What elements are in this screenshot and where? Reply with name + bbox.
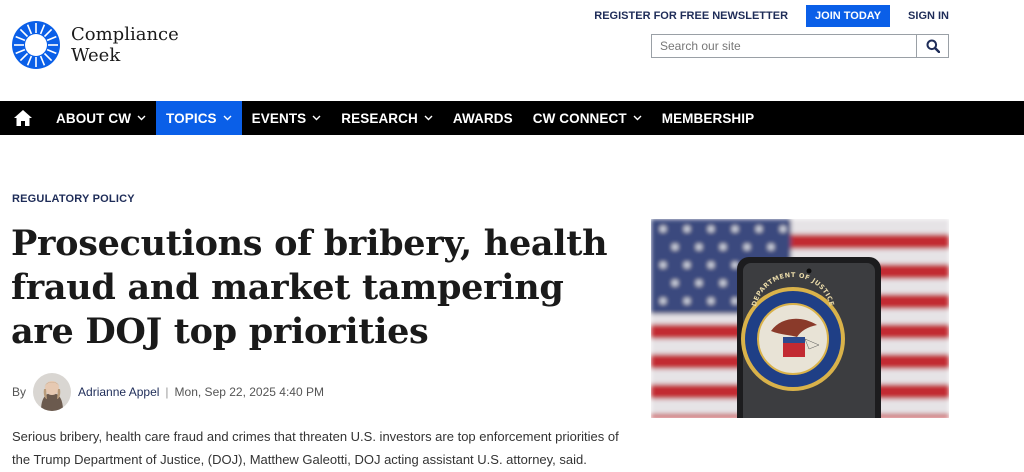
author-name-link[interactable]: Adrianne Appel — [78, 385, 159, 399]
author-avatar[interactable] — [33, 373, 72, 411]
newsletter-link[interactable]: REGISTER FOR FREE NEWSLETTER — [594, 10, 788, 22]
nav-topics[interactable]: TOPICS — [156, 101, 242, 135]
top-links: REGISTER FOR FREE NEWSLETTER JOIN TODAY … — [594, 5, 949, 27]
nav-item-label: AWARDS — [452, 110, 513, 126]
chevron-down-icon — [312, 115, 321, 121]
logo-sunburst-icon — [12, 21, 60, 69]
article-category-link[interactable]: REGULATORY POLICY — [12, 193, 135, 205]
nav-item-label: RESEARCH — [341, 110, 418, 126]
nav-home[interactable] — [0, 101, 46, 135]
article-headline: Prosecutions of bribery, health fraud an… — [11, 223, 608, 352]
author-photo — [33, 373, 72, 411]
chevron-down-icon — [424, 115, 433, 121]
site-logo[interactable]: Compliance Week — [11, 20, 179, 70]
sign-in-link[interactable]: SIGN IN — [908, 10, 949, 22]
nav-cw-connect[interactable]: CW CONNECT — [523, 101, 652, 135]
nav-awards[interactable]: AWARDS — [443, 101, 523, 135]
nav-item-label: TOPICS — [166, 110, 217, 126]
main-nav: ABOUT CW TOPICS EVENTS RESEARCH AWARDS C… — [0, 101, 1024, 135]
search-input[interactable] — [652, 35, 916, 57]
nav-item-label: ABOUT CW — [56, 110, 132, 126]
nav-about-cw[interactable]: ABOUT CW — [46, 101, 156, 135]
chevron-down-icon — [223, 115, 232, 121]
nav-events[interactable]: EVENTS — [242, 101, 332, 135]
byline-prefix: By — [12, 385, 27, 399]
nav-membership[interactable]: MEMBERSHIP — [652, 101, 765, 135]
article-date: Mon, Sep 22, 2025 4:40 PM — [174, 385, 324, 399]
nav-item-label: MEMBERSHIP — [661, 110, 755, 126]
nav-research[interactable]: RESEARCH — [331, 101, 443, 135]
search-icon — [926, 39, 940, 53]
doj-seal-phone-image: DEPARTMENT OF JUSTICE — [651, 219, 949, 418]
logo-line-1: Compliance — [71, 24, 179, 45]
search-button[interactable] — [916, 35, 948, 57]
logo-line-2: Week — [71, 45, 121, 66]
article-byline: By Adrianne Appel | Mon, Sep 22, 2025 4:… — [12, 372, 324, 412]
home-icon — [14, 110, 32, 126]
logo-wordmark: Compliance Week — [71, 24, 179, 66]
chevron-down-icon — [137, 115, 146, 121]
nav-item-label: CW CONNECT — [532, 110, 627, 126]
join-today-button[interactable]: JOIN TODAY — [806, 5, 891, 27]
article-lede: Serious bribery, health care fraud and c… — [12, 429, 619, 467]
byline-separator: | — [165, 385, 169, 399]
nav-item-label: EVENTS — [251, 110, 307, 126]
article-hero-image: DEPARTMENT OF JUSTICE — [651, 219, 949, 418]
chevron-down-icon — [633, 115, 642, 121]
search-box — [651, 34, 949, 58]
